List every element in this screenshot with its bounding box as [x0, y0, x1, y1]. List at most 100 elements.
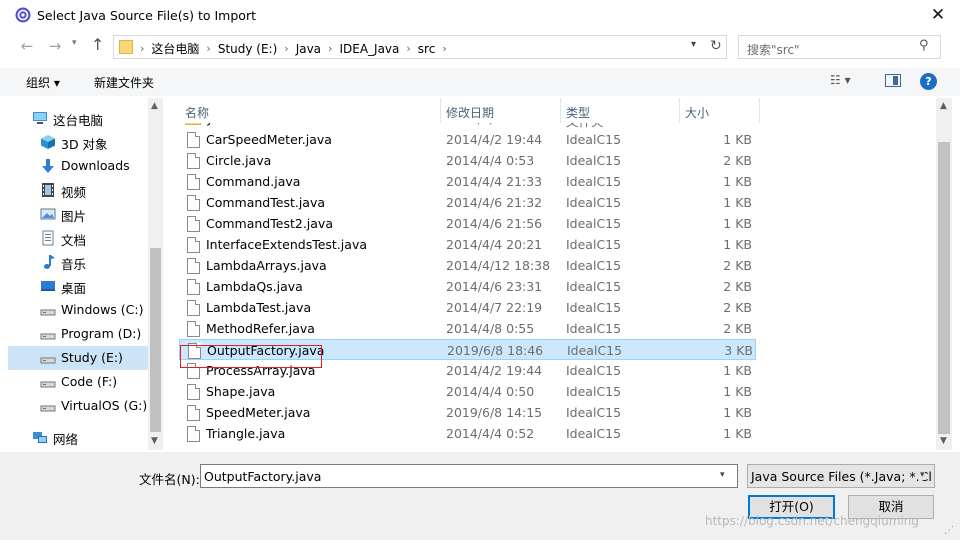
- file-name: Command.java: [206, 174, 301, 189]
- filename-label: 文件名(N):: [139, 472, 200, 487]
- file-size: 1 KB: [723, 426, 752, 441]
- file-date: 2014/4/8 0:55: [446, 321, 535, 336]
- search-icon[interactable]: ⚲: [919, 38, 929, 53]
- nav-item[interactable]: 文档: [8, 226, 148, 250]
- file-row[interactable]: CarSpeedMeter.java 2014/4/2 19:44 IdealC15…: [179, 129, 756, 150]
- file-row[interactable]: Command.java 2014/4/4 21:33 IdealC15 1 KB: [179, 171, 756, 192]
- breadcrumb-item[interactable]: Java: [296, 42, 321, 56]
- recent-locations-button[interactable]: ▾: [72, 38, 77, 48]
- chevron-down-icon[interactable]: ▾: [920, 470, 925, 480]
- breadcrumb-separator[interactable]: ›: [442, 42, 446, 55]
- column-divider[interactable]: [560, 98, 561, 123]
- window-title: Select Java Source File(s) to Import: [37, 8, 256, 23]
- file-type: IdealC15: [566, 258, 622, 273]
- file-type: IdealC15: [566, 174, 622, 189]
- document-icon: [40, 230, 56, 246]
- file-row[interactable]: MethodRefer.java 2014/4/8 0:55 IdealC15 2 K…: [179, 318, 756, 339]
- breadcrumb-item[interactable]: IDEA_Java: [339, 42, 399, 56]
- nav-item[interactable]: 3D 对象: [8, 130, 148, 154]
- scroll-down-icon[interactable]: ▼: [151, 436, 158, 446]
- close-button[interactable]: ✕: [916, 0, 960, 30]
- refresh-icon[interactable]: ↻: [710, 38, 722, 54]
- address-dropdown-icon[interactable]: ▾: [691, 39, 696, 50]
- nav-item[interactable]: VirtualOS (G:): [8, 394, 148, 418]
- filename-field[interactable]: OutputFactory.java ▾: [200, 464, 738, 488]
- view-options-button[interactable]: ☷ ▾: [830, 73, 851, 87]
- file-icon: [187, 279, 200, 295]
- file-row[interactable]: Triangle.java 2014/4/4 0:52 IdealC15 1 KB: [179, 423, 756, 444]
- nav-item-label: Downloads: [61, 158, 130, 173]
- nav-item-label: Program (D:): [61, 326, 142, 341]
- nav-item[interactable]: 网络: [8, 425, 148, 449]
- file-name: Shape.java: [206, 384, 276, 399]
- file-row[interactable]: LambdaTest.java 2014/4/7 22:19 IdealC15 2 K…: [179, 297, 756, 318]
- organize-button[interactable]: 组织 ▾: [26, 74, 60, 91]
- file-icon: [187, 216, 200, 232]
- search-input[interactable]: 搜索"src" ⚲: [738, 35, 941, 59]
- preview-pane-icon[interactable]: [885, 74, 901, 87]
- list-scrollbar-thumb[interactable]: [938, 142, 950, 434]
- file-row[interactable]: Shape.java 2014/4/4 0:50 IdealC15 1 KB: [179, 381, 756, 402]
- file-date: 2014/4/2 19:44: [446, 363, 543, 378]
- file-date: 2014/4/2 19:44: [446, 132, 543, 147]
- file-row[interactable]: InterfaceExtendsTest.java 2014/4/4 20:21 I…: [179, 234, 756, 255]
- breadcrumb-separator[interactable]: ›: [406, 42, 410, 55]
- nav-item[interactable]: 图片: [8, 202, 148, 226]
- nav-scrollbar-thumb[interactable]: [150, 248, 161, 432]
- nav-item[interactable]: 视频: [8, 178, 148, 202]
- file-row[interactable]: LambdaArrays.java 2014/4/12 18:38 IdealC15…: [179, 255, 756, 276]
- scroll-up-icon[interactable]: ▲: [940, 101, 947, 111]
- column-divider[interactable]: [679, 98, 680, 123]
- dialog-footer: 文件名(N): OutputFactory.java ▾ Java Source…: [0, 452, 960, 540]
- file-row[interactable]: SpeedMeter.java 2019/6/8 14:15 IdealC15 1 K…: [179, 402, 756, 423]
- breadcrumb-item[interactable]: src: [418, 42, 436, 56]
- breadcrumb-separator[interactable]: ›: [206, 42, 210, 55]
- file-name: Circle.java: [206, 153, 272, 168]
- breadcrumb-item[interactable]: Study (E:): [218, 42, 277, 56]
- breadcrumb-separator[interactable]: ›: [328, 42, 332, 55]
- file-date: 2014/4/7 22:19: [446, 300, 543, 315]
- resize-grip-icon[interactable]: ⋰: [944, 525, 954, 536]
- file-size: 1 KB: [723, 132, 752, 147]
- file-type: IdealC15: [566, 300, 622, 315]
- chevron-down-icon[interactable]: ▾: [720, 470, 725, 480]
- nav-item[interactable]: Downloads: [8, 154, 148, 178]
- file-row[interactable]: CommandTest.java 2014/4/6 21:32 IdealC15 1 …: [179, 192, 756, 213]
- column-size[interactable]: 大小: [685, 104, 709, 121]
- breadcrumb-separator[interactable]: ›: [140, 42, 144, 55]
- back-button[interactable]: ←: [17, 37, 37, 55]
- column-name[interactable]: 名称: [185, 104, 209, 121]
- file-size: 3 KB: [724, 343, 753, 358]
- up-button[interactable]: ↑: [91, 35, 104, 54]
- file-row[interactable]: LambdaQs.java 2014/4/6 23:31 IdealC15 2 KB: [179, 276, 756, 297]
- nav-item[interactable]: Program (D:): [8, 322, 148, 346]
- file-size: 1 KB: [723, 363, 752, 378]
- nav-item[interactable]: 这台电脑: [8, 106, 148, 130]
- breadcrumb-item[interactable]: 这台电脑: [151, 40, 199, 57]
- column-date[interactable]: 修改日期: [446, 104, 494, 121]
- navigation-pane: 这台电脑 3D 对象 Downloads 视频 图片 文档 音乐 桌面 Windows (C:)…: [8, 98, 163, 450]
- file-rows: yeeku2019/6/8 15:19文件夹CarSpeedMeter.java…: [179, 98, 759, 450]
- column-divider[interactable]: [759, 98, 760, 123]
- file-name: CarSpeedMeter.java: [206, 132, 332, 147]
- file-row[interactable]: Circle.java 2014/4/4 0:53 IdealC15 2 KB: [179, 150, 756, 171]
- address-bar[interactable]: › 这台电脑 › Study (E:) › Java › IDEA_Java › src › ▾ ↻: [113, 35, 727, 59]
- forward-button[interactable]: →: [45, 37, 65, 55]
- column-type[interactable]: 类型: [566, 104, 590, 121]
- nav-item[interactable]: Study (E:): [8, 346, 148, 370]
- new-folder-button[interactable]: 新建文件夹: [94, 74, 154, 91]
- column-divider[interactable]: [440, 98, 441, 123]
- drive-icon: [40, 374, 56, 390]
- scroll-up-icon[interactable]: ▲: [151, 101, 158, 111]
- nav-item[interactable]: 桌面: [8, 274, 148, 298]
- file-row[interactable]: CommandTest2.java 2014/4/6 21:56 IdealC15 1…: [179, 213, 756, 234]
- scroll-down-icon[interactable]: ▼: [940, 436, 947, 446]
- nav-item[interactable]: Code (F:): [8, 370, 148, 394]
- filetype-select[interactable]: Java Source Files (*.Java; *.Cl ▾: [747, 464, 935, 488]
- help-button[interactable]: ?: [920, 73, 937, 90]
- nav-item[interactable]: 音乐: [8, 250, 148, 274]
- drive-icon: [40, 350, 56, 366]
- nav-item[interactable]: Windows (C:): [8, 298, 148, 322]
- file-icon: [187, 195, 200, 211]
- breadcrumb-separator[interactable]: ›: [284, 42, 288, 55]
